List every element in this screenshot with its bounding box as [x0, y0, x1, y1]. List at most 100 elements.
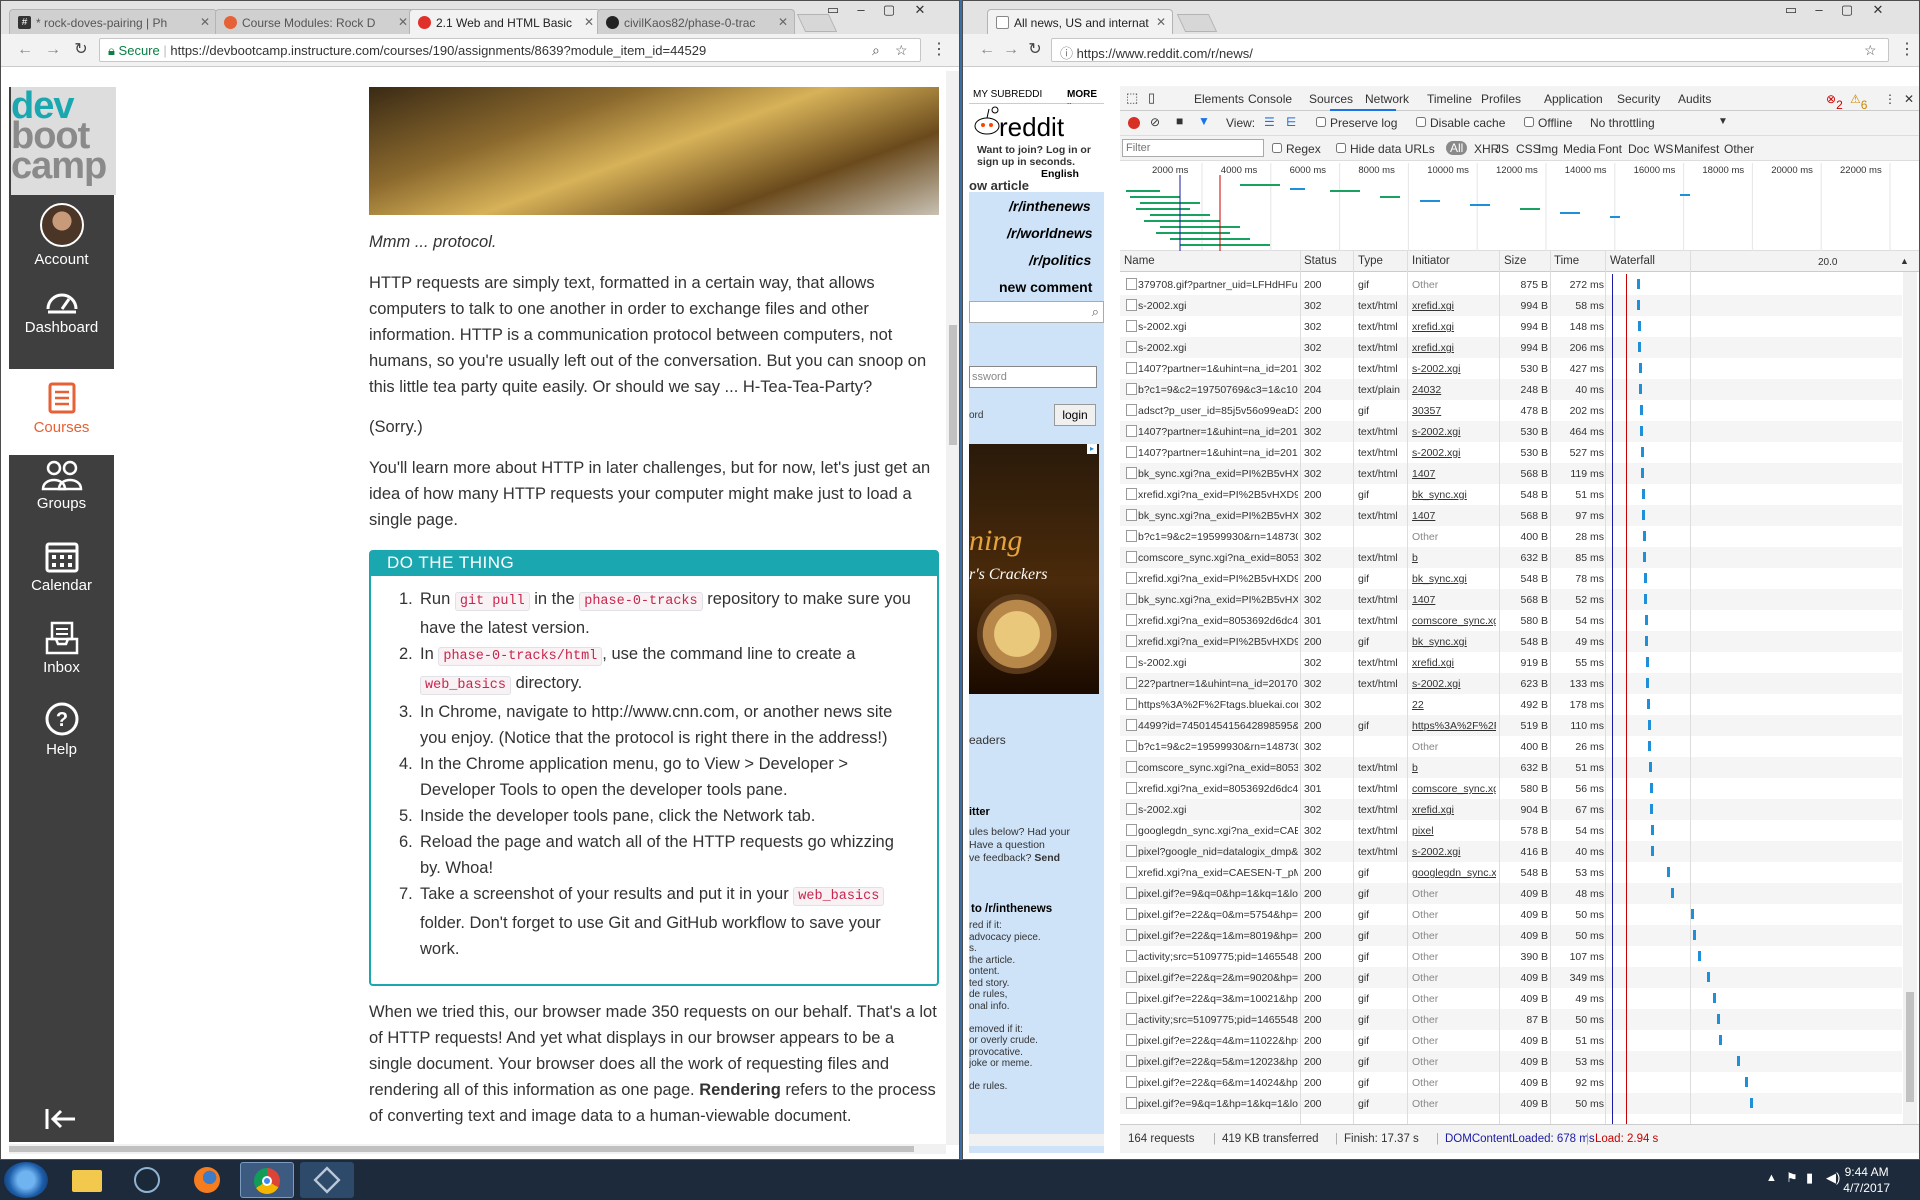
close-icon[interactable]: ✕: [903, 1, 937, 21]
column-size[interactable]: Size: [1504, 255, 1526, 267]
tray-expand-icon[interactable]: ▲: [1766, 1172, 1777, 1184]
request-initiator[interactable]: s-2002.xgi: [1412, 426, 1496, 438]
column-initiator[interactable]: Initiator: [1412, 255, 1450, 267]
request-initiator[interactable]: 30357: [1412, 405, 1496, 417]
table-row[interactable]: b?c1=9&c2=19750769&c3=1&c10=0... 204 text/…: [1120, 379, 1902, 400]
new-comment-link[interactable]: new comment: [999, 279, 1092, 295]
table-row[interactable]: xrefid.xgi?na_exid=8053692d6dc470d... 301…: [1120, 778, 1902, 799]
password-input[interactable]: ssword: [969, 366, 1097, 388]
close-tab-icon[interactable]: ✕: [584, 15, 594, 29]
table-row[interactable]: https%3A%2F%2Ftags.bluekai.com%2... 302 22…: [1120, 694, 1902, 715]
table-row[interactable]: s-2002.xgi 302 text/html xrefid.xgi 994 B 58 …: [1120, 295, 1902, 316]
horizontal-scrollbar[interactable]: [9, 1144, 946, 1154]
request-initiator[interactable]: comscore_sync.xgi: [1412, 783, 1496, 795]
language-link[interactable]: English: [1041, 168, 1079, 180]
table-row[interactable]: pixel.gif?e=22&q=4&m=11022&hp=1... 200 gif…: [1120, 1030, 1902, 1051]
table-row[interactable]: xrefid.xgi?na_exid=PI%2B5vHXD99Oi... 200 g…: [1120, 568, 1902, 589]
firefox-icon[interactable]: [180, 1162, 234, 1198]
join-prompt[interactable]: Want to join? Log in or sign up in secon…: [977, 144, 1101, 168]
hide-data-urls-checkbox[interactable]: Hide data URLs: [1336, 142, 1435, 156]
profile-icon[interactable]: ▭: [819, 1, 847, 21]
tab-elements[interactable]: Elements: [1194, 92, 1244, 106]
error-count[interactable]: ⊗ 2: [1826, 92, 1843, 112]
table-row[interactable]: comscore_sync.xgi?na_exid=8053692d... 302…: [1120, 757, 1902, 778]
chevron-down-icon[interactable]: ▼: [1718, 116, 1728, 127]
page-scrollbar[interactable]: [946, 71, 959, 1145]
tab-github[interactable]: civilKaos82/phase-0-trac ✕: [597, 9, 795, 35]
my-subreddits[interactable]: MY SUBREDDI: [973, 89, 1042, 100]
request-initiator[interactable]: s-2002.xgi: [1412, 846, 1496, 858]
close-tab-icon[interactable]: ✕: [778, 15, 788, 29]
tab-profiles[interactable]: Profiles: [1481, 92, 1521, 106]
start-button[interactable]: [4, 1162, 48, 1198]
devtools-menu-icon[interactable]: ⋮: [1884, 92, 1896, 106]
overview-timeline[interactable]: 2000 ms 4000 ms 6000 ms 8000 ms 10000 ms 1200…: [1120, 161, 1919, 251]
maximize-icon[interactable]: ▢: [1833, 1, 1861, 21]
table-row[interactable]: pixel.gif?e=9&q=1&hp=1&kq=1&lo=... 200 gif…: [1120, 1093, 1902, 1114]
request-initiator[interactable]: bk_sync.xgi: [1412, 489, 1496, 501]
request-initiator[interactable]: xrefid.xgi: [1412, 804, 1496, 816]
table-row[interactable]: 22?partner=1&uhint=na_id=20170216... 302 t…: [1120, 673, 1902, 694]
steam-icon[interactable]: [120, 1162, 174, 1198]
filter-type-font[interactable]: Font: [1598, 142, 1622, 156]
filter-type-doc[interactable]: Doc: [1628, 142, 1649, 156]
tab-network[interactable]: Network: [1365, 92, 1409, 106]
table-row[interactable]: pixel.gif?e=9&q=0&hp=1&kq=1&lo=... 200 gif…: [1120, 883, 1902, 904]
warning-count[interactable]: ⚠ 6: [1850, 92, 1867, 112]
table-row[interactable]: xrefid.xgi?na_exid=CAESEN-T_pM41sc... 200…: [1120, 862, 1902, 883]
filter-type-js[interactable]: JS: [1495, 142, 1509, 156]
bookmark-star-icon[interactable]: ☆: [1864, 42, 1877, 59]
profile-icon[interactable]: ▭: [1777, 1, 1805, 21]
table-row[interactable]: s-2002.xgi 302 text/html xrefid.xgi 904 B 67 …: [1120, 799, 1902, 820]
request-initiator[interactable]: bk_sync.xgi: [1412, 636, 1496, 648]
tab-console[interactable]: Console: [1248, 92, 1292, 106]
request-initiator[interactable]: https%3A%2F%2Ft...: [1412, 720, 1496, 732]
request-initiator[interactable]: 22: [1412, 699, 1496, 711]
request-initiator[interactable]: googlegdn_sync.xgi: [1412, 867, 1496, 879]
virtualbox-icon[interactable]: [300, 1162, 354, 1198]
table-row[interactable]: 1407?partner=1&uhint=na_id=201702... 302 t…: [1120, 358, 1902, 379]
request-initiator[interactable]: comscore_sync.xgi: [1412, 615, 1496, 627]
checkbox[interactable]: [1524, 117, 1534, 127]
table-row[interactable]: b?c1=9&c2=19599930&rn=14873011... 302 Othe…: [1120, 526, 1902, 547]
volume-icon[interactable]: ◀): [1826, 1170, 1840, 1186]
new-tab-button[interactable]: [1176, 14, 1218, 32]
column-status[interactable]: Status: [1304, 255, 1337, 267]
request-initiator[interactable]: xrefid.xgi: [1412, 321, 1496, 333]
adchoices-icon[interactable]: ▸: [1087, 444, 1097, 454]
reload-icon[interactable]: ↻: [71, 40, 91, 60]
table-row[interactable]: bk_sync.xgi?na_exid=PI%2B5vHXD99O... 302 t…: [1120, 589, 1902, 610]
menu-icon[interactable]: ⋮: [1897, 40, 1917, 60]
table-row[interactable]: comscore_sync.xgi?na_exid=8053692d... 302…: [1120, 547, 1902, 568]
disable-cache-checkbox[interactable]: Disable cache: [1416, 116, 1505, 130]
table-row[interactable]: pixel.gif?e=22&q=3&m=10021&hp=1... 200 gif…: [1120, 988, 1902, 1009]
nav-dashboard[interactable]: Dashboard: [9, 285, 114, 361]
request-initiator[interactable]: xrefid.xgi: [1412, 657, 1496, 669]
scrollbar-thumb[interactable]: [9, 1146, 914, 1152]
table-row[interactable]: xrefid.xgi?na_exid=PI%2B5vHXD99Oi... 200 g…: [1120, 631, 1902, 652]
table-row[interactable]: activity;src=5109775;pid=146554844;a... 2…: [1120, 1009, 1902, 1030]
table-row[interactable]: xrefid.xgi?na_exid=8053692d6dc470d... 301…: [1120, 610, 1902, 631]
maximize-icon[interactable]: ▢: [875, 1, 903, 21]
request-initiator[interactable]: s-2002.xgi: [1412, 447, 1496, 459]
table-row[interactable]: xrefid.xgi?na_exid=PI%2B5vHXD99Oi... 200 g…: [1120, 484, 1902, 505]
checkbox[interactable]: [1272, 143, 1282, 153]
send-link[interactable]: Send: [1034, 852, 1060, 864]
tab-application[interactable]: Application: [1544, 92, 1603, 106]
nav-help[interactable]: ? Help: [9, 701, 114, 777]
table-row[interactable]: s-2002.xgi 302 text/html xrefid.xgi 994 B 206…: [1120, 337, 1902, 358]
action-center-icon[interactable]: ⚑: [1786, 1170, 1798, 1186]
table-row[interactable]: 1407?partner=1&uhint=na_id=201702... 302 t…: [1120, 442, 1902, 463]
request-initiator[interactable]: 1407: [1412, 510, 1496, 522]
clear-icon[interactable]: ⊘: [1150, 115, 1160, 129]
minimize-icon[interactable]: –: [847, 1, 875, 21]
close-icon[interactable]: ✕: [1861, 1, 1895, 21]
chrome-icon[interactable]: [240, 1162, 294, 1198]
address-bar[interactable]: 🔒︎ Secure | https://devbootcamp.instruct…: [99, 38, 921, 62]
column-name[interactable]: Name: [1124, 255, 1155, 267]
address-bar[interactable]: ⓘ https://www.reddit.com/r/news/ ☆: [1051, 38, 1889, 62]
preserve-log-checkbox[interactable]: Preserve log: [1316, 116, 1397, 130]
table-row[interactable]: 4499?id=7450145415642898595&BK_... 200 gif…: [1120, 715, 1902, 736]
advertisement[interactable]: ▸ ning r's Crackers: [969, 444, 1099, 694]
request-initiator[interactable]: xrefid.xgi: [1412, 300, 1496, 312]
